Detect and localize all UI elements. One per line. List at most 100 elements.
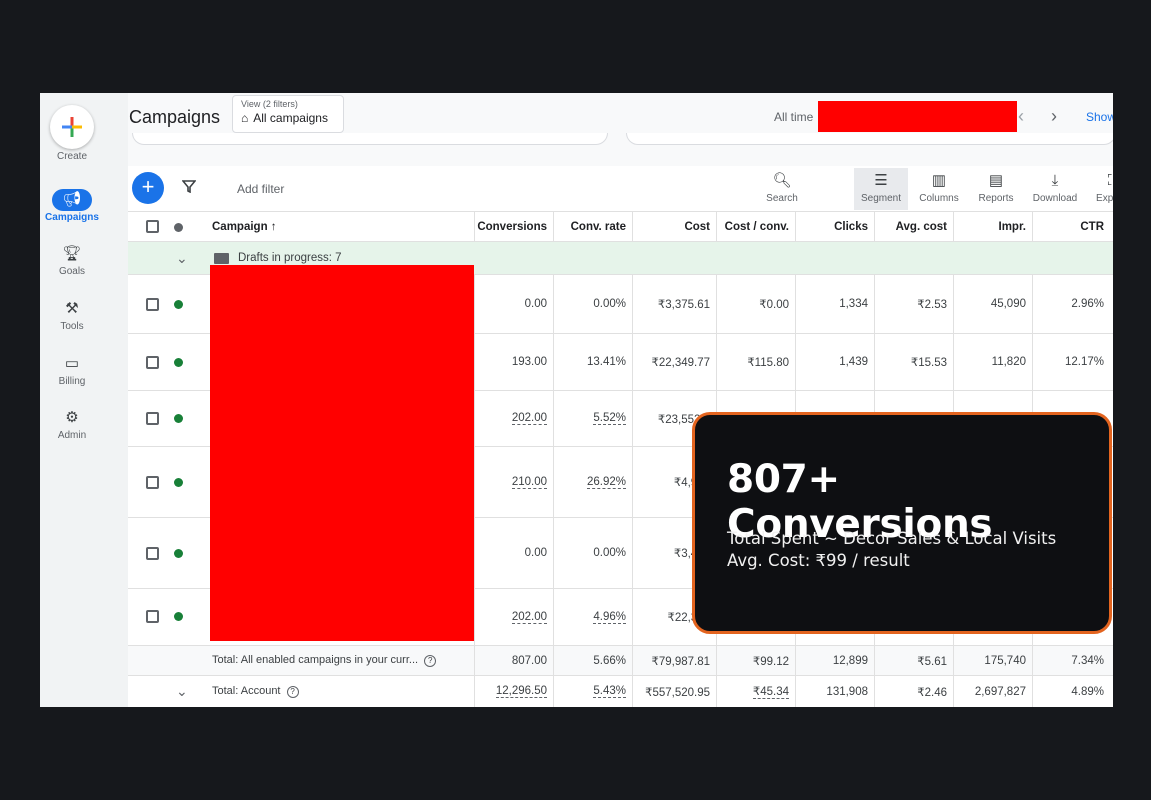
conv-rate-cell: 5.66% — [553, 646, 632, 675]
cell-value: ₹22,349.77 — [651, 357, 710, 369]
column-header-clicks[interactable]: Clicks — [795, 212, 874, 241]
enabled-status-icon — [174, 612, 183, 621]
ctr-cell: 12.17% — [1032, 334, 1110, 390]
conversions-cell[interactable]: 210.00 — [474, 447, 553, 517]
cell-value: 12,296.50 — [495, 685, 547, 698]
column-header-avg-cost[interactable]: Avg. cost — [874, 212, 953, 241]
tool-label: Search — [766, 193, 798, 204]
column-header-ctr[interactable]: CTR — [1032, 212, 1110, 241]
impr-cell: 175,740 — [953, 646, 1032, 675]
clicks-cell: 131,908 — [795, 676, 874, 707]
view-filter-count: View (2 filters) — [241, 99, 298, 109]
filter-icon[interactable] — [182, 179, 196, 193]
row-checkbox[interactable] — [146, 298, 159, 311]
ctr-cell: 2.96% — [1032, 275, 1110, 333]
arrow-up-icon: ↑ — [270, 220, 277, 233]
promo-line-spent: Total Spent ~ Decor Sales & Local Visits — [727, 529, 1057, 548]
table-toolbar: + Add filter 🔍︎ Search ☰ Segment ▥ Colum… — [128, 166, 1113, 212]
total-enabled-label: Total: All enabled campaigns in your cur… — [212, 654, 437, 667]
row-checkbox[interactable] — [146, 610, 159, 623]
redacted-campaign-names — [210, 265, 474, 641]
download-tool[interactable]: ⤓ Download — [1028, 171, 1082, 204]
row-checkbox[interactable] — [146, 412, 159, 425]
help-icon[interactable]: ? — [424, 655, 437, 667]
conversions-cell: 193.00 — [474, 334, 553, 390]
view-selector[interactable]: View (2 filters) ⌂ All campaigns — [232, 95, 344, 133]
ctr-cell: 4.89% — [1032, 676, 1110, 707]
nav-item-campaigns[interactable]: 📢︎ Campaigns — [40, 189, 104, 223]
columns-tool[interactable]: ▥ Columns — [912, 171, 966, 204]
enabled-status-icon — [174, 478, 183, 487]
row-checkbox[interactable] — [146, 547, 159, 560]
nav-item-label: Admin — [57, 430, 87, 441]
conversions-cell: 807.00 — [474, 646, 553, 675]
search-icon: 🔍︎ — [772, 172, 792, 189]
column-header-cost-per-conv[interactable]: Cost / conv. — [716, 212, 795, 241]
show-link[interactable]: Show — [1086, 110, 1113, 124]
chevron-down-icon[interactable]: ⌄ — [176, 683, 188, 700]
conversions-cell[interactable]: 202.00 — [474, 589, 553, 645]
total-account-row[interactable]: ⌄ Total: Account ? 12,296.50 5.43% ₹557,… — [128, 676, 1113, 707]
impr-cell: 2,697,827 — [953, 676, 1032, 707]
cell-value: 210.00 — [511, 475, 547, 489]
conv-rate-cell[interactable]: 5.52% — [553, 391, 632, 446]
column-header-conv-rate[interactable]: Conv. rate — [553, 212, 632, 241]
plus-icon — [62, 117, 82, 137]
cell-value: 202.00 — [511, 412, 547, 425]
cell-value: 5.43% — [593, 685, 626, 698]
drafts-label[interactable]: Drafts in progress: 7 — [238, 252, 342, 264]
cell-value: 2.96% — [1071, 298, 1104, 310]
select-all-checkbox[interactable] — [146, 220, 159, 233]
cost-conv-cell[interactable]: ₹45.34 — [716, 676, 795, 707]
expand-tool[interactable]: ⛶ Expand — [1086, 171, 1113, 204]
total-enabled-text: Total: All enabled campaigns in your cur… — [212, 654, 419, 666]
nav-item-tools[interactable]: ⚒ Tools — [40, 298, 104, 332]
summary-card — [132, 133, 608, 145]
row-checkbox[interactable] — [146, 356, 159, 369]
column-header-campaign[interactable]: Campaign ↑ — [210, 212, 474, 241]
trophy-icon: 🏆︎ — [62, 245, 82, 262]
chevron-down-icon[interactable]: ⌄ — [176, 250, 188, 267]
conv-rate-cell[interactable]: 4.96% — [553, 589, 632, 645]
promo-line-avg-cost: Avg. Cost: ₹99 / result — [727, 551, 910, 570]
conv-rate-cell[interactable]: 26.92% — [553, 447, 632, 517]
cell-value: ₹3,375.61 — [657, 299, 710, 311]
column-header-cost[interactable]: Cost — [632, 212, 716, 241]
cost-conv-cell: ₹99.12 — [716, 646, 795, 675]
nav-item-billing[interactable]: ▭ Billing — [40, 353, 104, 387]
tool-label: Columns — [919, 193, 959, 204]
reports-tool[interactable]: ▤ Reports — [969, 171, 1023, 204]
folder-icon — [214, 253, 229, 264]
view-selected-value: All campaigns — [253, 111, 328, 125]
chevron-left-icon[interactable]: ‹ — [1018, 106, 1024, 127]
nav-item-label: Billing — [58, 376, 86, 387]
column-header-impr[interactable]: Impr. — [953, 212, 1032, 241]
chevron-right-icon[interactable]: › — [1051, 106, 1057, 127]
row-checkbox[interactable] — [146, 476, 159, 489]
cost-conv-cell: ₹115.80 — [716, 334, 795, 390]
avg-cost-cell: ₹2.53 — [874, 275, 953, 333]
columns-icon: ▥ — [931, 172, 947, 189]
nav-item-admin[interactable]: ⚙ Admin — [40, 407, 104, 441]
conversions-cell[interactable]: 202.00 — [474, 391, 553, 446]
tool-label: Segment — [860, 193, 902, 204]
conv-rate-cell: 0.00% — [553, 275, 632, 333]
help-icon[interactable]: ? — [286, 686, 299, 698]
promo-card: 807+ Conversions Total Spent ~ Decor Sal… — [692, 412, 1112, 634]
status-header-icon — [174, 223, 183, 232]
add-filter-input[interactable]: Add filter — [237, 182, 284, 196]
add-campaign-button[interactable]: + — [132, 172, 164, 204]
nav-item-goals[interactable]: 🏆︎ Goals — [40, 243, 104, 277]
cell-value: ₹0.00 — [759, 299, 789, 311]
enabled-status-icon — [174, 300, 183, 309]
conv-rate-cell[interactable]: 5.43% — [553, 676, 632, 707]
segment-tool[interactable]: ☰ Segment — [854, 168, 908, 210]
column-header-conversions[interactable]: Conversions — [474, 212, 553, 241]
conversions-cell: 0.00 — [474, 518, 553, 588]
conversions-cell[interactable]: 12,296.50 — [474, 676, 553, 707]
clicks-cell: 1,334 — [795, 275, 874, 333]
search-tool[interactable]: 🔍︎ Search — [755, 171, 809, 204]
impr-cell: 45,090 — [953, 275, 1032, 333]
summary-card — [626, 133, 1113, 145]
create-button[interactable] — [50, 105, 94, 149]
